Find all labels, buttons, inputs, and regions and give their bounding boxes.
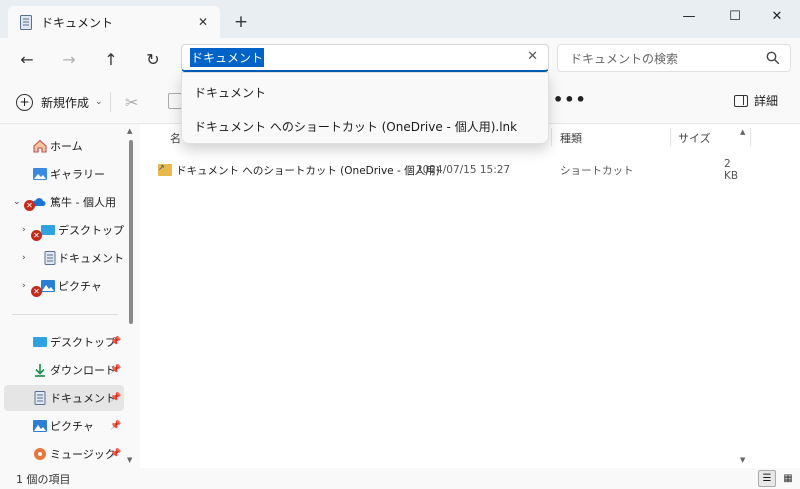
music-icon: [34, 448, 46, 460]
maximize-button[interactable]: ☐: [712, 0, 758, 32]
error-badge-icon: ✕: [24, 200, 35, 211]
error-badge-icon: ✕: [31, 286, 42, 297]
chevron-down-icon[interactable]: ⌄: [13, 197, 21, 207]
address-input[interactable]: ドキュメント ✕: [181, 44, 549, 72]
error-badge-icon: ✕: [31, 230, 42, 241]
chevron-right-icon[interactable]: ›: [22, 225, 26, 235]
column-header-size[interactable]: サイズ: [678, 130, 711, 146]
column-header-type[interactable]: 種類: [560, 130, 582, 146]
sidebar-item-onedrive[interactable]: ⌄ ✕ 篤牛 - 個人用: [4, 189, 124, 215]
quick-access-pictures[interactable]: ピクチャ 📌: [4, 413, 124, 439]
chevron-down-icon: ⌄: [95, 97, 103, 107]
title-bar: ドキュメント ✕ + — ☐ ✕: [0, 0, 800, 38]
sidebar-item-pictures[interactable]: › ✕ ピクチャ: [4, 273, 124, 299]
desktop-icon: [41, 225, 55, 235]
tab-label: ドキュメント: [41, 15, 114, 30]
chevron-right-icon[interactable]: ›: [22, 281, 26, 291]
tab-documents[interactable]: ドキュメント ✕: [8, 6, 220, 38]
file-list: 名 種類 サイズ ドキュメント へのショートカット (OneDrive - 個人…: [140, 124, 800, 468]
quick-access-documents[interactable]: ドキュメント 📌: [4, 385, 124, 411]
refresh-button[interactable]: ↻: [138, 44, 168, 74]
download-icon: [35, 364, 45, 377]
pin-icon[interactable]: 📌: [110, 337, 121, 347]
gallery-icon: [33, 168, 47, 180]
pin-icon[interactable]: 📌: [110, 449, 121, 459]
shortcut-folder-icon: [158, 164, 172, 176]
address-suggestions: ドキュメント ドキュメント へのショートカット (OneDrive - 個人用)…: [181, 72, 549, 144]
pin-icon[interactable]: 📌: [110, 421, 121, 431]
search-input[interactable]: ドキュメントの検索: [557, 44, 791, 72]
quick-access-desktop[interactable]: デスクトップ 📌: [4, 329, 124, 355]
table-row[interactable]: ドキュメント へのショートカット (OneDrive - 個人用) 2024/0…: [158, 158, 748, 182]
home-icon: [33, 139, 47, 153]
document-icon: [20, 14, 32, 30]
details-label: 詳細: [754, 94, 779, 108]
address-selected-text: ドキュメント: [190, 48, 265, 67]
sidebar-item-home[interactable]: ホーム: [4, 133, 124, 159]
suggestion-item[interactable]: ドキュメント: [194, 80, 266, 104]
toolbar-divider: [110, 92, 111, 112]
tab-close-icon[interactable]: ✕: [192, 11, 214, 33]
pictures-icon: [33, 420, 47, 432]
scroll-down-icon[interactable]: ▼: [127, 456, 132, 464]
file-type: ショートカット: [560, 164, 634, 177]
quick-access-music[interactable]: ミュージック 📌: [4, 441, 124, 467]
column-divider[interactable]: [750, 128, 751, 146]
column-divider[interactable]: [670, 128, 671, 146]
new-tab-button[interactable]: +: [228, 10, 254, 34]
sidebar-divider: [12, 314, 118, 315]
desktop-icon: [33, 337, 47, 347]
plus-icon: +: [16, 93, 33, 111]
sidebar-scroll-thumb[interactable]: [129, 140, 133, 324]
search-placeholder: ドキュメントの検索: [570, 51, 679, 66]
up-button[interactable]: ↑: [96, 44, 126, 74]
file-name: ドキュメント へのショートカット (OneDrive - 個人用): [176, 164, 440, 177]
column-divider[interactable]: [551, 128, 552, 146]
quick-access-downloads[interactable]: ダウンロード 📌: [4, 357, 124, 383]
minimize-button[interactable]: —: [666, 0, 712, 32]
details-view-icon[interactable]: ☰: [758, 470, 776, 487]
item-count: 1 個の項目: [16, 473, 71, 486]
status-bar: 1 個の項目 ☰ ▦: [0, 468, 800, 489]
cut-icon[interactable]: ✂: [125, 93, 143, 112]
document-icon: [44, 251, 56, 265]
copy-icon[interactable]: [168, 93, 182, 109]
sidebar-item-documents[interactable]: › ドキュメント: [4, 245, 124, 271]
tiles-view-icon[interactable]: ▦: [780, 470, 796, 487]
clear-icon[interactable]: ✕: [527, 49, 538, 64]
forward-button[interactable]: →: [54, 44, 84, 74]
sidebar-item-gallery[interactable]: ギャラリー: [4, 161, 124, 187]
suggestion-item[interactable]: ドキュメント へのショートカット (OneDrive - 個人用).lnk: [194, 114, 517, 138]
scroll-up-icon[interactable]: ▲: [127, 127, 132, 135]
pin-icon[interactable]: 📌: [110, 393, 121, 403]
more-options-button[interactable]: •••: [553, 90, 587, 109]
back-button[interactable]: ←: [12, 44, 42, 74]
file-size: 2 KB: [724, 158, 739, 182]
scroll-up-icon[interactable]: ▲: [740, 128, 745, 136]
pictures-icon: [41, 280, 55, 292]
chevron-right-icon[interactable]: ›: [22, 253, 26, 263]
pin-icon[interactable]: 📌: [110, 365, 121, 375]
details-pane-icon: [734, 94, 748, 107]
column-header-name[interactable]: 名: [170, 130, 181, 146]
search-icon[interactable]: [766, 51, 780, 65]
details-button[interactable]: 詳細: [734, 92, 778, 109]
document-icon: [34, 391, 46, 405]
file-date: 2024/07/15 15:27: [416, 164, 511, 176]
scroll-down-icon[interactable]: ▼: [740, 456, 745, 464]
sidebar-item-desktop[interactable]: › ✕ デスクトップ: [4, 217, 124, 243]
navigation-pane: ホーム ギャラリー ⌄ ✕ 篤牛 - 個人用 › ✕ デスクトップ › ドキュメ…: [0, 124, 140, 468]
close-window-button[interactable]: ✕: [754, 0, 800, 32]
new-button-label: 新規作成: [41, 95, 90, 110]
new-button[interactable]: + 新規作成 ⌄: [16, 90, 103, 114]
